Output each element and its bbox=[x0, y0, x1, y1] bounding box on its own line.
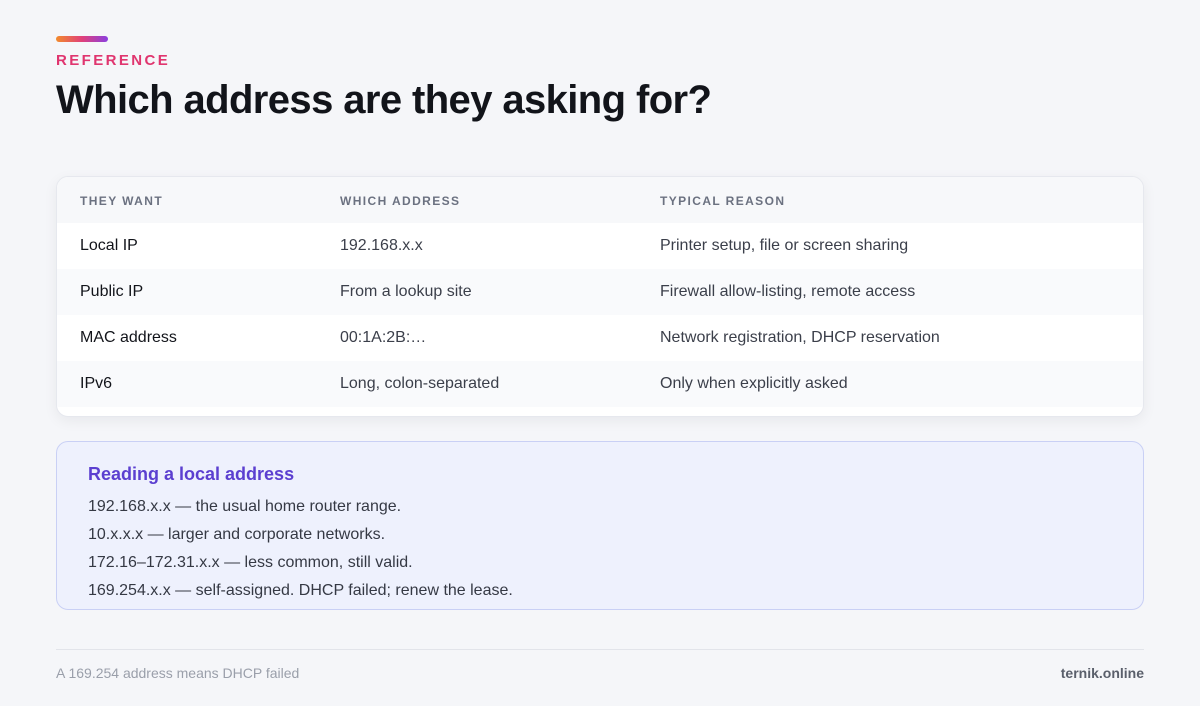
cell-typical-reason: Printer setup, file or screen sharing bbox=[660, 237, 909, 254]
eyebrow-label: REFERENCE bbox=[56, 52, 171, 69]
cell-typical-reason: Only when explicitly asked bbox=[660, 375, 848, 392]
note-line: 10.x.x.x — larger and corporate networks… bbox=[88, 526, 386, 543]
cell-they-want: IPv6 bbox=[80, 375, 113, 392]
cell-which-address: 00:1A:2B:… bbox=[340, 329, 427, 346]
column-header-which-address: WHICH ADDRESS bbox=[340, 194, 461, 208]
table-row: IPv6 Long, colon-separated Only when exp… bbox=[57, 361, 1143, 407]
cell-typical-reason: Network registration, DHCP reservation bbox=[660, 329, 940, 346]
cell-they-want: Public IP bbox=[80, 283, 144, 300]
cell-which-address: Long, colon-separated bbox=[340, 375, 500, 392]
table-row: Local IP 192.168.x.x Printer setup, file… bbox=[57, 223, 1143, 269]
column-header-typical-reason: TYPICAL REASON bbox=[660, 194, 786, 208]
address-table: THEY WANT WHICH ADDRESS TYPICAL REASON L… bbox=[56, 176, 1144, 417]
table-row: Public IP From a lookup site Firewall al… bbox=[57, 269, 1143, 315]
footer-divider bbox=[56, 649, 1144, 650]
accent-bar bbox=[56, 36, 108, 42]
cell-they-want: Local IP bbox=[80, 237, 138, 254]
cell-they-want: MAC address bbox=[80, 329, 177, 346]
page-title: Which address are they asking for? bbox=[56, 78, 712, 122]
table-header: THEY WANT WHICH ADDRESS TYPICAL REASON bbox=[57, 177, 1143, 223]
cell-which-address: From a lookup site bbox=[340, 283, 472, 300]
cell-which-address: 192.168.x.x bbox=[340, 237, 423, 254]
note-line: 169.254.x.x — self-assigned. DHCP failed… bbox=[88, 582, 513, 599]
table-row: MAC address 00:1A:2B:… Network registrat… bbox=[57, 315, 1143, 361]
note-title: Reading a local address bbox=[88, 464, 295, 484]
footer-brand: ternik.online bbox=[1060, 665, 1144, 681]
footer-caption: A 169.254 address means DHCP failed bbox=[56, 665, 300, 681]
note-line: 172.16–172.31.x.x — less common, still v… bbox=[88, 554, 413, 571]
note-line: 192.168.x.x — the usual home router rang… bbox=[88, 498, 402, 515]
cell-typical-reason: Firewall allow-listing, remote access bbox=[660, 283, 916, 300]
local-address-note: Reading a local address 192.168.x.x — th… bbox=[56, 441, 1144, 610]
column-header-they-want: THEY WANT bbox=[80, 194, 164, 208]
